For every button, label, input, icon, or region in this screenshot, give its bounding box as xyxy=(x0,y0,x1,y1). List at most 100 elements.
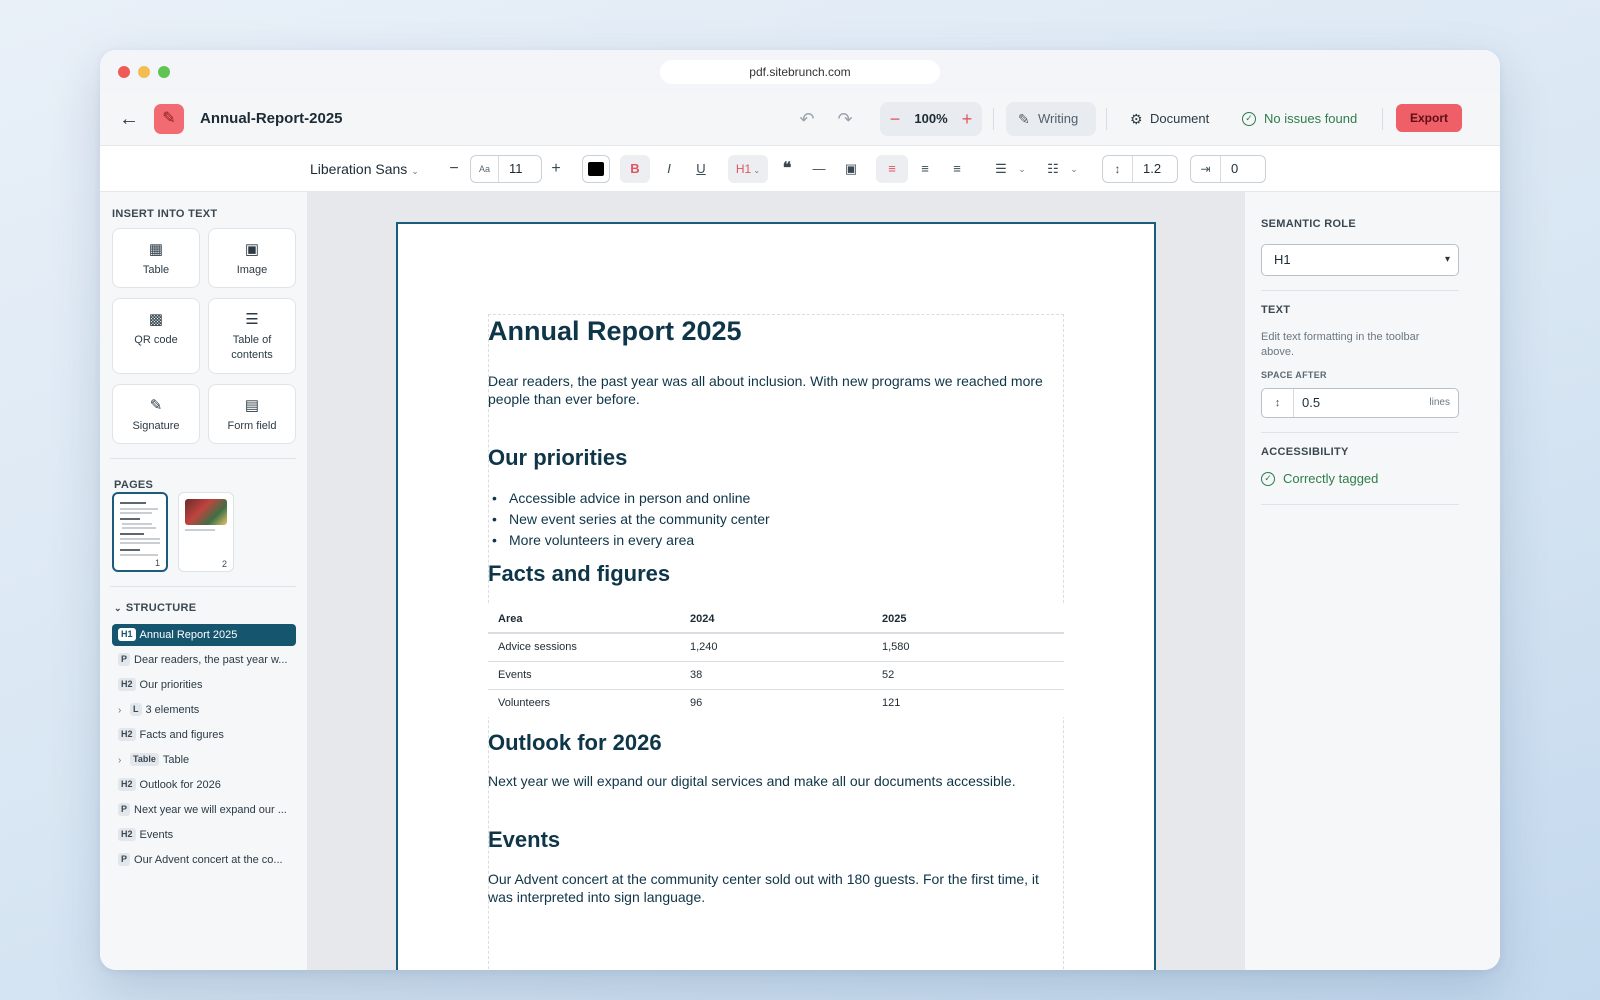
undo-icon[interactable]: ↶ xyxy=(796,108,818,130)
document-heading-h2[interactable]: Events xyxy=(488,827,560,853)
maximize-window-button[interactable] xyxy=(158,66,170,78)
structure-item[interactable]: H2 Our priorities xyxy=(112,674,296,696)
insert-signature-button[interactable]: ✎ Signature xyxy=(112,384,200,444)
table-cell[interactable]: Advice sessions xyxy=(488,633,680,662)
list-item[interactable]: New event series at the community center xyxy=(488,509,770,530)
horizontal-rule-icon[interactable]: — xyxy=(806,155,832,183)
table-header-cell[interactable]: 2025 xyxy=(872,605,1064,634)
structure-item[interactable]: P Dear readers, the past year w... xyxy=(112,649,296,671)
semantic-role-select[interactable]: H1 ▾ xyxy=(1261,244,1459,276)
space-after-field[interactable]: ↕ 0.5 lines xyxy=(1261,388,1459,418)
structure-item[interactable]: › L 3 elements xyxy=(112,699,296,721)
insert-form-field-button[interactable]: ▤ Form field xyxy=(208,384,296,444)
chevron-down-icon[interactable]: ⌄ xyxy=(1014,155,1030,183)
page-thumbnail[interactable]: 1 xyxy=(112,492,168,572)
text-section-title: TEXT xyxy=(1261,304,1291,316)
zoom-in-button[interactable]: + xyxy=(958,108,976,130)
line-spacing-field[interactable]: ↕ 1.2 xyxy=(1102,155,1178,183)
table-cell[interactable]: 96 xyxy=(680,689,872,717)
numbered-list-icon[interactable]: ☷ xyxy=(1040,155,1066,183)
document-title[interactable]: Annual-Report-2025 xyxy=(200,110,343,127)
table-row: Events 38 52 xyxy=(488,661,1064,690)
text-color-button[interactable] xyxy=(582,155,610,183)
bold-button[interactable]: B xyxy=(620,155,650,183)
align-center-icon[interactable]: ≡ xyxy=(912,155,938,183)
divider xyxy=(1261,290,1459,291)
table-cell[interactable]: Events xyxy=(488,661,680,690)
structure-item-label: Table xyxy=(162,754,190,766)
tag-badge: H2 xyxy=(118,778,136,791)
accessibility-check-status[interactable]: ✓ No issues found xyxy=(1242,102,1357,136)
close-window-button[interactable] xyxy=(118,66,130,78)
text-color-swatch xyxy=(588,162,604,176)
structure-item-label: Our Advent concert at the co... xyxy=(134,854,283,866)
space-after-unit: lines xyxy=(1429,397,1450,408)
chevron-right-icon[interactable]: › xyxy=(118,700,130,721)
app-window: pdf.sitebrunch.com ← ✎ Annual-Report-202… xyxy=(100,50,1500,970)
align-right-icon[interactable]: ≡ xyxy=(944,155,970,183)
accessibility-status-label: Correctly tagged xyxy=(1283,471,1379,486)
table-header-cell[interactable]: Area xyxy=(488,605,680,634)
underline-button[interactable]: U xyxy=(688,155,714,183)
document-heading-h1[interactable]: Annual Report 2025 xyxy=(488,316,742,347)
document-list[interactable]: Accessible advice in person and online N… xyxy=(488,488,770,551)
minimize-window-button[interactable] xyxy=(138,66,150,78)
image-icon[interactable]: ▣ xyxy=(838,155,864,183)
chevron-right-icon[interactable]: › xyxy=(118,750,130,771)
insert-toc-button[interactable]: ☰ Table of contents xyxy=(208,298,296,374)
app-logo-icon: ✎ xyxy=(154,104,184,134)
table-cell[interactable]: 1,580 xyxy=(872,633,1064,662)
quote-icon[interactable]: ❝ xyxy=(774,155,800,183)
structure-item[interactable]: P Next year we will expand our ... xyxy=(112,799,296,821)
document-table[interactable]: Area 2024 2025 Advice sessions 1,240 1,5… xyxy=(488,605,1064,717)
structure-item[interactable]: H2 Events xyxy=(112,824,296,846)
font-size-field[interactable]: Aa 11 xyxy=(470,155,542,183)
clipboard-icon: ▤ xyxy=(244,397,260,414)
table-cell[interactable]: 1,240 xyxy=(680,633,872,662)
structure-item[interactable]: H2 Facts and figures xyxy=(112,724,296,746)
accessibility-status: ✓ Correctly tagged xyxy=(1261,470,1378,488)
table-cell[interactable]: 38 xyxy=(680,661,872,690)
font-family-select[interactable]: Liberation Sans ⌄ xyxy=(310,155,422,183)
document-heading-h2[interactable]: Facts and figures xyxy=(488,561,670,587)
table-header-cell[interactable]: 2024 xyxy=(680,605,872,634)
list-item[interactable]: Accessible advice in person and online xyxy=(488,488,770,509)
structure-item[interactable]: H2 Outlook for 2026 xyxy=(112,774,296,796)
back-arrow-icon[interactable]: ← xyxy=(118,108,140,130)
document-paragraph[interactable]: Next year we will expand our digital ser… xyxy=(488,772,1058,790)
insert-image-button[interactable]: ▣ Image xyxy=(208,228,296,288)
zoom-out-button[interactable]: − xyxy=(886,108,904,130)
document-page[interactable]: Annual Report 2025 Dear readers, the pas… xyxy=(396,222,1156,970)
increase-font-size-button[interactable]: + xyxy=(546,155,566,183)
document-heading-h2[interactable]: Outlook for 2026 xyxy=(488,730,662,756)
redo-icon[interactable]: ↷ xyxy=(834,108,856,130)
italic-button[interactable]: I xyxy=(656,155,682,183)
align-left-icon[interactable]: ≡ xyxy=(876,155,908,183)
table-cell[interactable]: Volunteers xyxy=(488,689,680,717)
page-thumbnail[interactable]: 2 xyxy=(178,492,234,572)
page-number: 2 xyxy=(221,559,227,569)
document-paragraph[interactable]: Our Advent concert at the community cent… xyxy=(488,870,1058,906)
structure-item[interactable]: P Our Advent concert at the co... xyxy=(112,849,296,871)
structure-item[interactable]: › Table Table xyxy=(112,749,296,771)
export-button[interactable]: Export xyxy=(1396,104,1462,132)
bullet-list-icon[interactable]: ☰ xyxy=(988,155,1014,183)
decrease-font-size-button[interactable]: − xyxy=(444,155,464,183)
writing-mode-label: Writing xyxy=(1038,111,1079,126)
url-bar[interactable]: pdf.sitebrunch.com xyxy=(660,60,940,84)
structure-item[interactable]: H1 Annual Report 2025 xyxy=(112,624,296,646)
heading-level-select[interactable]: H1 ⌄ xyxy=(728,155,768,183)
insert-table-button[interactable]: ▦ Table xyxy=(112,228,200,288)
writing-mode-button[interactable]: ✎ Writing xyxy=(1006,102,1096,136)
list-item[interactable]: More volunteers in every area xyxy=(488,530,770,551)
document-settings-button[interactable]: ⚙ Document xyxy=(1130,102,1209,136)
chevron-down-icon[interactable]: ⌄ xyxy=(1066,155,1082,183)
divider xyxy=(1261,432,1459,433)
document-heading-h2[interactable]: Our priorities xyxy=(488,445,627,471)
indent-field[interactable]: ⇥ 0 xyxy=(1190,155,1266,183)
insert-qr-code-button[interactable]: ▩ QR code xyxy=(112,298,200,374)
structure-section-title[interactable]: ⌄ STRUCTURE xyxy=(114,602,196,614)
document-paragraph[interactable]: Dear readers, the past year was all abou… xyxy=(488,372,1058,408)
table-cell[interactable]: 121 xyxy=(872,689,1064,717)
table-cell[interactable]: 52 xyxy=(872,661,1064,690)
